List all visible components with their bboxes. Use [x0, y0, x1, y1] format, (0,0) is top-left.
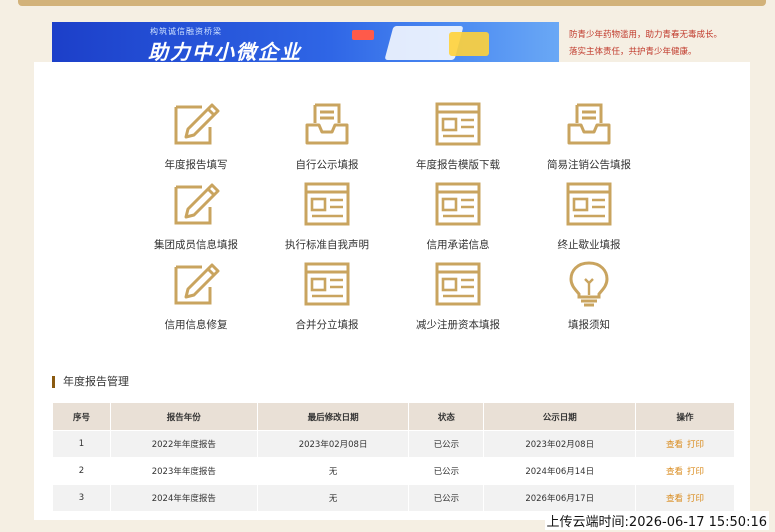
cell-no: 2 [52, 457, 111, 485]
cell-year: 2022年年度报告 [109, 430, 258, 458]
menu-item[interactable]: 填报须知 [524, 261, 654, 332]
notice-line: 防青少年药物滥用，助力青春无毒成长。 [569, 30, 723, 40]
view-link[interactable]: 查看 [666, 494, 683, 504]
top-accent-bar [18, 0, 766, 6]
form-doc-icon [434, 261, 482, 307]
form-doc-icon [434, 101, 482, 147]
menu-item[interactable]: 合并分立填报 [262, 261, 392, 332]
menu-item-label: 减少注册资本填报 [416, 319, 500, 331]
table-row: 2 2023年年度报告 无 已公示 2024年06月14日 查看 打印 [52, 457, 735, 485]
menu-item-label: 集团成员信息填报 [154, 239, 238, 251]
cell-year: 2024年年度报告 [109, 484, 258, 512]
cell-modified: 无 [256, 457, 410, 485]
menu-item[interactable]: 信用承诺信息 [393, 181, 523, 252]
form-doc-icon [303, 181, 351, 227]
cell-publish: 2026年06月17日 [483, 484, 637, 512]
banner-decoration [352, 30, 374, 40]
menu-item-label: 信用信息修复 [164, 319, 228, 331]
print-link[interactable]: 打印 [687, 494, 704, 504]
menu-item-label: 执行标准自我声明 [285, 239, 369, 251]
column-header: 状态 [408, 402, 485, 431]
menu-item[interactable]: 减少注册资本填报 [393, 261, 523, 332]
cell-status: 已公示 [408, 484, 485, 512]
menu-item[interactable]: 年度报告填写 [131, 101, 261, 172]
inbox-doc-icon [303, 101, 351, 147]
menu-item-label: 简易注销公告填报 [547, 159, 631, 171]
upload-timestamp: 上传云端时间:2026-06-17 15:50:16 [544, 511, 769, 530]
column-header: 序号 [52, 402, 111, 431]
menu-item-label: 信用承诺信息 [426, 239, 490, 251]
menu-item-label: 年度报告填写 [164, 159, 228, 171]
column-header: 最后修改日期 [256, 402, 410, 431]
menu-item-label: 合并分立填报 [295, 319, 359, 331]
form-doc-icon [303, 261, 351, 307]
cell-no: 3 [52, 484, 111, 512]
cell-status: 已公示 [408, 457, 485, 485]
view-link[interactable]: 查看 [666, 440, 683, 450]
notice-text: 防青少年药物滥用，助力青春无毒成长。 落实主体责任，共护青少年健康。 [569, 27, 769, 61]
menu-item-label: 年度报告模版下载 [416, 159, 500, 171]
cell-year: 2023年年度报告 [109, 457, 258, 485]
menu-item-label: 自行公示填报 [295, 159, 359, 171]
menu-item[interactable]: 执行标准自我声明 [262, 181, 392, 252]
pencil-doc-icon [172, 101, 220, 147]
cell-actions: 查看 打印 [635, 430, 735, 458]
view-link[interactable]: 查看 [666, 467, 683, 477]
form-doc-icon [565, 181, 613, 227]
menu-item[interactable]: 年度报告模版下载 [393, 101, 523, 172]
print-link[interactable]: 打印 [687, 440, 704, 450]
menu-item[interactable]: 自行公示填报 [262, 101, 392, 172]
cell-status: 已公示 [408, 430, 485, 458]
form-doc-icon [434, 181, 482, 227]
annual-report-table: 序号 报告年份 最后修改日期 状态 公示日期 操作 1 2022年年度报告 20… [52, 402, 735, 512]
menu-item-label: 填报须知 [568, 319, 610, 331]
menu-item-label: 终止歇业填报 [557, 239, 621, 251]
column-header: 报告年份 [109, 402, 258, 431]
column-header: 公示日期 [483, 402, 637, 431]
notice-line: 落实主体责任，共护青少年健康。 [569, 47, 697, 57]
table-row: 1 2022年年度报告 2023年02月08日 已公示 2023年02月08日 … [52, 430, 735, 458]
cell-publish: 2024年06月14日 [483, 457, 637, 485]
inbox-doc-icon [565, 101, 613, 147]
banner-title: 助力中小微企业 [148, 40, 302, 64]
cell-actions: 查看 打印 [635, 484, 735, 512]
lightbulb-icon [565, 261, 613, 307]
cell-publish: 2023年02月08日 [483, 430, 637, 458]
table-header-row: 序号 报告年份 最后修改日期 状态 公示日期 操作 [52, 402, 735, 431]
promo-banner[interactable]: 构筑诚信融资桥梁 助力中小微企业 [52, 22, 559, 64]
menu-item[interactable]: 简易注销公告填报 [524, 101, 654, 172]
cell-no: 1 [52, 430, 111, 458]
section-title: 年度报告管理 [52, 376, 129, 388]
cell-modified: 2023年02月08日 [256, 430, 410, 458]
menu-item[interactable]: 集团成员信息填报 [131, 181, 261, 252]
cell-modified: 无 [256, 484, 410, 512]
column-header: 操作 [635, 402, 735, 431]
print-link[interactable]: 打印 [687, 467, 704, 477]
pencil-doc-icon [172, 261, 220, 307]
table-row: 3 2024年年度报告 无 已公示 2026年06月17日 查看 打印 [52, 484, 735, 512]
menu-item[interactable]: 终止歇业填报 [524, 181, 654, 252]
cell-actions: 查看 打印 [635, 457, 735, 485]
pencil-doc-icon [172, 181, 220, 227]
banner-decoration [449, 32, 489, 56]
menu-item[interactable]: 信用信息修复 [131, 261, 261, 332]
